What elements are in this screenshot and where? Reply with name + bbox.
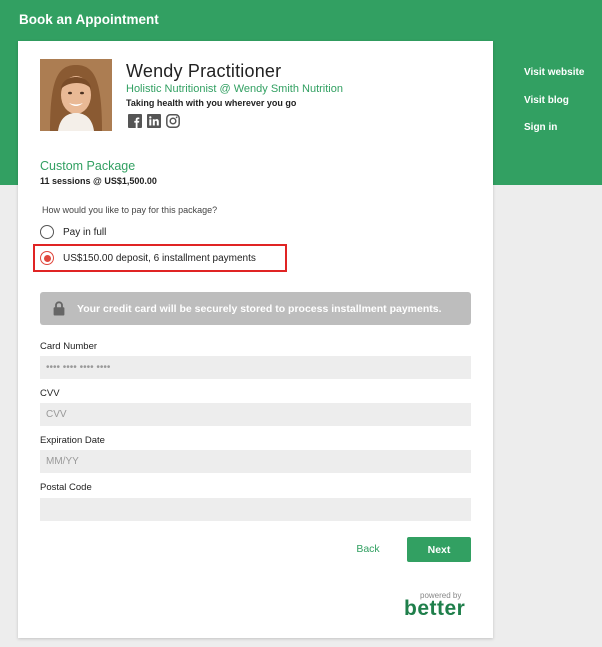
nav-visit-blog[interactable]: Visit blog <box>524 95 584 123</box>
social-links <box>127 113 180 128</box>
secure-storage-notice: Your credit card will be securely stored… <box>40 292 471 325</box>
side-nav: Visit website Visit blog Sign in <box>524 67 584 150</box>
option-label: US$150.00 deposit, 6 installment payment… <box>63 252 256 264</box>
payment-question: How would you like to pay for this packa… <box>42 205 218 215</box>
back-button[interactable]: Back <box>348 537 388 561</box>
cvv-input[interactable] <box>40 403 471 426</box>
brand-logo[interactable]: better <box>404 597 465 621</box>
practitioner-tagline: Taking health with you wherever you go <box>126 98 297 108</box>
card-number-label: Card Number <box>40 341 98 352</box>
nav-visit-website[interactable]: Visit website <box>524 67 584 95</box>
avatar <box>40 59 112 131</box>
option-pay-in-full[interactable]: Pay in full <box>40 222 106 242</box>
page-title: Book an Appointment <box>19 12 159 27</box>
booking-card: Wendy Practitioner Holistic Nutritionist… <box>18 41 493 638</box>
expiration-input[interactable] <box>40 450 471 473</box>
facebook-icon[interactable] <box>127 113 142 128</box>
nav-sign-in[interactable]: Sign in <box>524 122 584 150</box>
radio-dot <box>43 254 51 262</box>
lock-icon <box>53 301 65 316</box>
postal-code-label: Postal Code <box>40 482 92 493</box>
card-number-input[interactable] <box>40 356 471 379</box>
expiration-label: Expiration Date <box>40 435 105 446</box>
package-title: Custom Package <box>40 159 136 173</box>
cvv-label: CVV <box>40 388 60 399</box>
practitioner-title: Holistic Nutritionist @ Wendy Smith Nutr… <box>126 83 343 95</box>
radio-installments[interactable] <box>40 251 54 265</box>
postal-code-input[interactable] <box>40 498 471 521</box>
radio-pay-in-full[interactable] <box>40 225 54 239</box>
package-summary: 11 sessions @ US$1,500.00 <box>40 176 157 186</box>
instagram-icon[interactable] <box>165 113 180 128</box>
notice-text: Your credit card will be securely stored… <box>77 302 442 315</box>
next-button[interactable]: Next <box>407 537 471 562</box>
linkedin-icon[interactable] <box>146 113 161 128</box>
option-installments[interactable]: US$150.00 deposit, 6 installment payment… <box>40 248 256 268</box>
practitioner-name: Wendy Practitioner <box>126 61 282 81</box>
option-label: Pay in full <box>63 226 107 238</box>
